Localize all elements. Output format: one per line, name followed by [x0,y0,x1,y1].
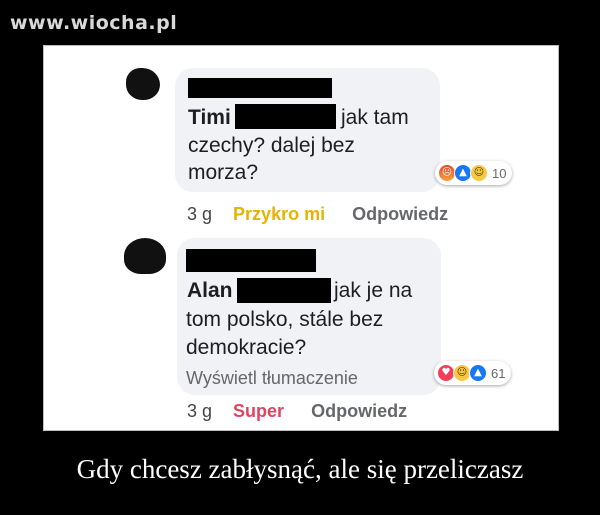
reaction-count: 10 [492,165,507,181]
reaction-summary[interactable]: ♥ ☺ ▲ 61 [434,361,512,385]
comment-text: tom polsko, stále bez [186,308,384,331]
comment-actions: 3 g Przykro mi Odpowiedz [187,204,448,225]
comment-time[interactable]: 3 g [187,401,212,421]
translate-link[interactable]: Wyświetl tłumaczenie [186,368,358,389]
commenter-name[interactable]: Timi [188,106,231,129]
sad-reaction-button[interactable]: Przykro mi [233,204,325,224]
screenshot-panel: Timi jak tam czechy? dalej bez morza? ☹ … [43,45,559,431]
redaction-bar [188,78,332,98]
comment-first-line: Timi [188,106,231,130]
commenter-name[interactable]: Alan [187,279,233,302]
comment-text: jak je na [334,279,413,302]
redaction-bar [235,104,336,129]
avatar[interactable] [124,238,166,274]
comment-first-line: Alan [187,279,233,303]
redaction-bar [186,249,316,272]
like-icon: ▲ [469,364,487,382]
avatar[interactable] [126,68,160,100]
comment-text: czechy? dalej bez [188,134,355,157]
comment-time[interactable]: 3 g [187,204,212,224]
reaction-summary[interactable]: ☹ ▲ ☺ 10 [435,161,513,185]
comment-text: jak tam [341,106,409,129]
meme-caption: Gdy chcesz zabłysnąć, ale się przeliczas… [76,454,524,484]
watermark: www.wiocha.pl [10,12,178,34]
love-reaction-button[interactable]: Super [233,401,284,421]
comment-text: demokracie? [186,336,307,359]
haha-icon: ☺ [470,164,488,182]
comment-actions: 3 g Super Odpowiedz [187,401,407,422]
cropped-top-edge [194,46,434,48]
reply-button[interactable]: Odpowiedz [352,204,448,224]
redaction-bar [237,278,331,303]
comment-text: morza? [188,161,259,184]
reply-button[interactable]: Odpowiedz [311,401,407,421]
reaction-count: 61 [491,365,506,381]
